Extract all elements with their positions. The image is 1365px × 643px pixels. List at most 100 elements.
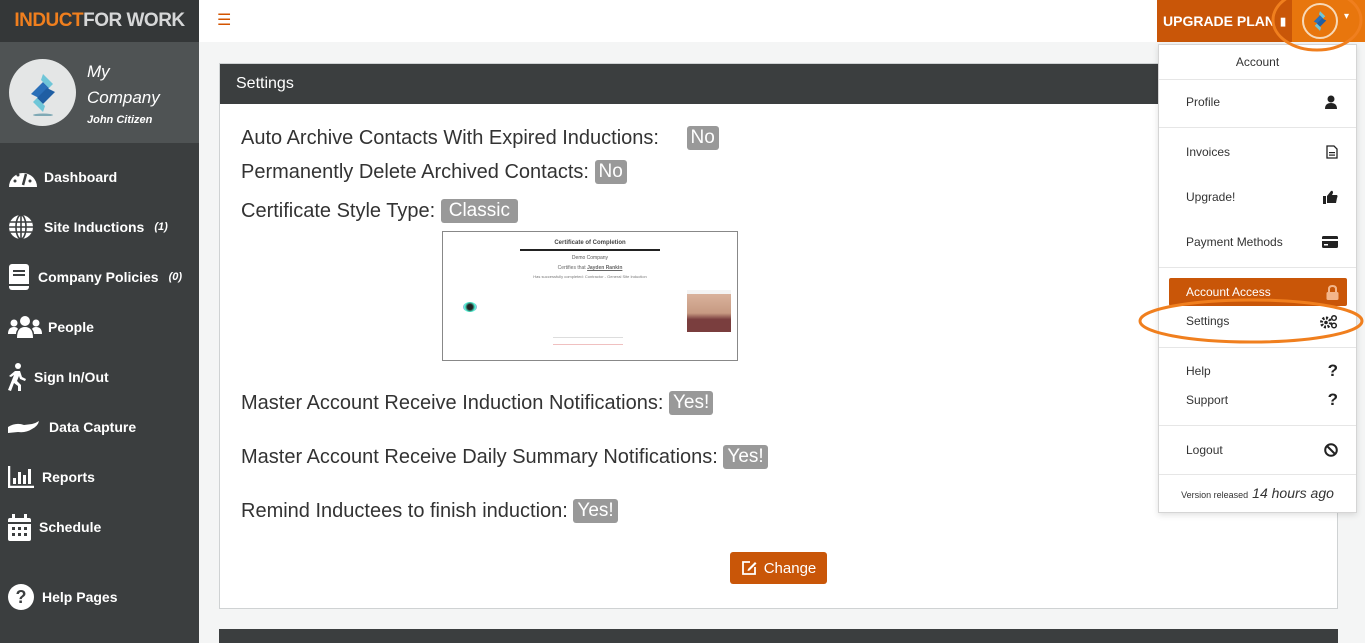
sidebar-item-label: Data Capture: [49, 419, 137, 435]
company-avatar[interactable]: [9, 59, 76, 126]
sidebar-item-people[interactable]: People: [0, 302, 199, 352]
certificate-title: Certificate of Completion: [554, 240, 626, 246]
version-time: 14 hours ago: [1252, 485, 1334, 501]
globe-icon: [8, 214, 38, 240]
account-menu-toggle[interactable]: ▾: [1292, 0, 1365, 42]
user-name: John Citizen: [87, 114, 153, 126]
cogs-icon: [1320, 314, 1338, 329]
top-bar: ☰ UPGRADE PLAN ▮ ▾: [199, 0, 1365, 42]
menu-divider: [1159, 267, 1356, 268]
setting-auto-archive: Auto Archive Contacts With Expired Induc…: [241, 126, 719, 150]
version-info: Version released 14 hours ago: [1159, 485, 1356, 501]
menu-item-label: Settings: [1186, 314, 1230, 328]
certificate-logo: [463, 302, 477, 312]
sidebar-item-data-capture[interactable]: Data Capture: [0, 402, 199, 452]
upgrade-plan-label: UPGRADE PLAN: [1163, 13, 1276, 29]
dashboard-gauge-icon: [8, 165, 38, 189]
company-name-line2: Company: [87, 88, 160, 107]
sidebar-item-label: Site Inductions: [44, 219, 145, 235]
sidebar-item-label: Company Policies: [38, 269, 159, 285]
setting-value-badge: Yes!: [669, 391, 714, 415]
sidebar-item-label: Schedule: [39, 519, 102, 535]
menu-divider: [1159, 425, 1356, 426]
thumbs-up-icon: ▮: [1280, 15, 1287, 28]
menu-item-upgrade[interactable]: Upgrade!: [1159, 184, 1356, 210]
sidebar-item-schedule[interactable]: Schedule: [0, 502, 199, 552]
setting-value-badge: Yes!: [723, 445, 768, 469]
certificate-preview: Certificate of Completion Demo Company C…: [442, 231, 738, 361]
account-menu-header: Account: [1159, 45, 1356, 80]
sidebar-item-label: Sign In/Out: [34, 369, 109, 385]
certificate-recipient: Jayden Rankin: [587, 265, 623, 271]
menu-item-invoices[interactable]: Invoices: [1159, 139, 1356, 165]
menu-divider: [1159, 127, 1356, 128]
brand-logo[interactable]: INDUCT FOR WORK: [0, 0, 199, 42]
menu-item-label: Help: [1186, 364, 1211, 378]
setting-label: Remind Inductees to finish induction:: [241, 500, 568, 522]
chevron-down-icon: ▾: [1344, 10, 1350, 22]
setting-induction-notifications: Master Account Receive Induction Notific…: [241, 391, 714, 415]
ban-icon: [1324, 443, 1338, 457]
credit-card-icon: [1322, 236, 1338, 248]
question-circle-icon: ?: [8, 584, 36, 610]
setting-value-badge: No: [686, 126, 719, 150]
menu-item-logout[interactable]: Logout: [1159, 437, 1356, 463]
users-icon: [8, 316, 42, 338]
sidebar-item-site-inductions[interactable]: Site Inductions (1): [0, 202, 199, 252]
setting-permanently-delete: Permanently Delete Archived Contacts: No: [241, 160, 627, 184]
sidebar-item-sign-in-out[interactable]: Sign In/Out: [0, 352, 199, 402]
setting-value-badge: Yes!: [573, 499, 618, 523]
sidebar-item-help-pages[interactable]: ? Help Pages: [0, 572, 199, 622]
svg-text:?: ?: [16, 587, 27, 607]
menu-item-profile[interactable]: Profile: [1159, 89, 1356, 115]
sidebar-nav: Dashboard Site Inductions (1) Company Po…: [0, 152, 199, 622]
menu-item-help[interactable]: Help ?: [1159, 358, 1356, 384]
certificate-certifies: Certifies that Jayden Rankin: [443, 265, 737, 271]
sidebar: INDUCT FOR WORK My Company John Citizen D…: [0, 0, 199, 643]
menu-divider: [1159, 347, 1356, 348]
menu-item-payment-methods[interactable]: Payment Methods: [1159, 229, 1356, 255]
sidebar-item-label: Reports: [42, 469, 95, 485]
menu-item-label: Logout: [1186, 443, 1223, 457]
walking-icon: [8, 363, 28, 391]
edit-icon: [741, 561, 757, 575]
sidebar-item-label: Dashboard: [44, 169, 118, 185]
logo-part2: FOR WORK: [83, 10, 185, 31]
sidebar-item-label: People: [48, 319, 94, 335]
user-icon: [1325, 95, 1337, 109]
hand-icon: [8, 420, 43, 434]
setting-label: Certificate Style Type:: [241, 200, 436, 222]
sidebar-item-reports[interactable]: Reports: [0, 452, 199, 502]
change-button[interactable]: Change: [730, 552, 827, 584]
menu-divider: [1159, 474, 1356, 475]
hamburger-icon[interactable]: ☰: [217, 10, 231, 30]
thumbs-up-icon: [1323, 190, 1338, 204]
next-panel-header: [219, 629, 1338, 643]
upgrade-plan-button[interactable]: UPGRADE PLAN ▮: [1157, 0, 1292, 42]
sidebar-item-count: (1): [154, 221, 168, 233]
book-icon: [8, 263, 32, 291]
menu-item-label: Support: [1186, 393, 1229, 407]
menu-item-settings[interactable]: Settings: [1159, 308, 1356, 334]
menu-item-account-access[interactable]: Account Access: [1169, 278, 1347, 306]
sidebar-item-count: (0): [168, 271, 183, 283]
certificate-divider: [520, 249, 660, 251]
question-icon: ?: [1327, 361, 1338, 380]
company-logo-icon: [30, 73, 55, 116]
menu-item-label: Invoices: [1186, 145, 1231, 159]
certificate-photo: [687, 290, 731, 332]
setting-label: Auto Archive Contacts With Expired Induc…: [241, 127, 659, 149]
calendar-icon: [8, 513, 33, 541]
sidebar-item-company-policies[interactable]: Company Policies (0): [0, 252, 199, 302]
logo-part1: INDUCT: [14, 10, 84, 31]
file-icon: [1326, 145, 1338, 159]
change-button-label: Change: [763, 559, 817, 577]
menu-item-support[interactable]: Support ?: [1159, 387, 1356, 413]
certificate-certifies-text: Certifies that: [557, 265, 586, 271]
account-dropdown-menu: Account Profile Invoices Upgrade! Paymen…: [1158, 44, 1357, 513]
certificate-completed: Has successfully completed: Contractor -…: [533, 274, 647, 279]
menu-item-label: Payment Methods: [1186, 235, 1283, 249]
sidebar-item-dashboard[interactable]: Dashboard: [0, 152, 199, 202]
sidebar-item-label: Help Pages: [42, 589, 118, 605]
setting-remind-inductees: Remind Inductees to finish induction: Ye…: [241, 499, 618, 523]
